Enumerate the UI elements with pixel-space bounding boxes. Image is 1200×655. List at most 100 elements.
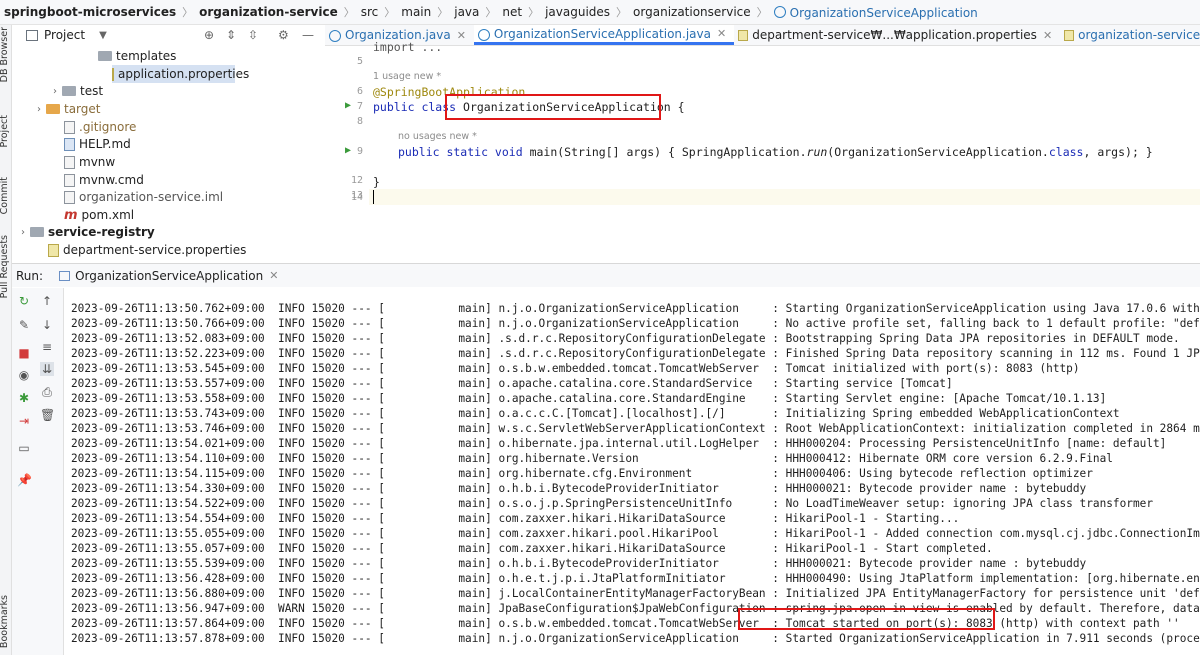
log-line: 2023-09-26T11:13:52.223+09:00 INFO 15020… [71, 347, 1200, 360]
tree-item[interactable]: › service-registry [12, 223, 155, 241]
chevron-right-icon: 〉 [182, 6, 194, 19]
highlight-box-class [445, 94, 661, 120]
log-line: 2023-09-26T11:13:53.743+09:00 INFO 15020… [71, 407, 1120, 420]
chevron-right-icon[interactable]: › [16, 227, 30, 238]
editor-gutter: 5 6 7 8 9 12 13 ▶ ▶ [325, 46, 369, 263]
console-output[interactable]: 2023-09-26T11:13:50.762+09:00 INFO 15020… [65, 288, 1200, 655]
pin-icon[interactable]: 📌 [17, 473, 32, 487]
file-icon [64, 190, 75, 204]
breadcrumb-item[interactable]: java [454, 5, 479, 19]
tree-item-label: organization-service.iml [79, 190, 224, 204]
code-editor[interactable]: 5 6 7 8 9 12 13 ▶ ▶ 14 import ... 1 usag… [325, 40, 1200, 263]
layout-icon[interactable]: ▭ [17, 441, 31, 455]
breadcrumb-item[interactable]: src [361, 5, 379, 19]
locate-icon[interactable]: ⊕ [204, 28, 214, 42]
expand-all-icon[interactable]: ⇕ [226, 28, 236, 42]
chevron-right-icon: 〉 [437, 6, 449, 19]
scroll-to-end-icon[interactable]: ⇊ [40, 362, 54, 376]
project-view-title[interactable]: Project [44, 28, 85, 42]
down-arrow-icon[interactable]: ↓ [40, 318, 54, 332]
print-icon[interactable]: ⎙ [40, 385, 54, 399]
tree-item[interactable]: application.properties [112, 65, 249, 83]
tree-item-label: application.properties [118, 67, 250, 81]
chevron-down-icon[interactable]: ▼ [99, 30, 107, 41]
log-line: 2023-09-26T11:13:53.558+09:00 INFO 15020… [71, 392, 1107, 405]
close-icon[interactable]: ✕ [717, 27, 726, 40]
tree-item[interactable]: organization-service.iml [12, 188, 223, 206]
import-folded[interactable]: import ... [373, 40, 442, 54]
project-header: Project ▼ ⊕ ⇕ ⇳ ⚙ — [12, 25, 314, 45]
breadcrumb-item[interactable]: net [502, 5, 522, 19]
class-literal: class [1048, 145, 1084, 159]
tree-item-label: department-service.properties [63, 243, 247, 257]
chevron-right-icon: 〉 [616, 6, 628, 19]
breadcrumb-item[interactable]: javaguides [545, 5, 610, 19]
stop-icon[interactable]: ■ [17, 346, 31, 360]
log-line: 2023-09-26T11:13:53.746+09:00 INFO 15020… [71, 422, 1200, 435]
chevron-right-icon[interactable]: › [48, 86, 62, 97]
tree-item[interactable]: m pom.xml [12, 206, 134, 224]
editor-tab[interactable]: OrganizationServiceApplication.java ✕ [473, 25, 735, 45]
run-config-tab[interactable]: OrganizationServiceApplication ✕ [59, 269, 278, 283]
up-arrow-icon[interactable]: ↑ [40, 294, 54, 308]
close-icon[interactable]: ✕ [457, 29, 466, 42]
tree-item[interactable]: › target [12, 100, 101, 118]
collapse-all-icon[interactable]: ⇳ [248, 28, 258, 42]
usage-hint[interactable]: 1 usage new * [373, 71, 441, 82]
markdown-file-icon [64, 137, 75, 151]
project-tool[interactable]: Project [0, 115, 10, 148]
class-icon [329, 30, 341, 42]
chevron-right-icon: 〉 [485, 6, 497, 19]
usage-hint[interactable]: no usages new * [398, 131, 477, 142]
log-line: 2023-09-26T11:13:57.864+09:00 INFO 15020… [71, 617, 1180, 630]
tree-item[interactable]: HELP.md [12, 135, 131, 153]
log-line: 2023-09-26T11:13:55.057+09:00 INFO 15020… [71, 542, 993, 555]
camera-icon[interactable]: ◉ [17, 368, 31, 382]
breadcrumb-item[interactable]: organization-service [199, 5, 338, 19]
properties-file-icon [112, 67, 114, 81]
text-caret [373, 190, 374, 204]
folder-icon [62, 86, 76, 96]
tree-item[interactable]: › test [12, 82, 103, 100]
tree-item-label: .gitignore [79, 120, 137, 134]
breadcrumb-item[interactable]: main [401, 5, 431, 19]
chevron-right-icon[interactable]: › [32, 104, 46, 115]
log-line: 2023-09-26T11:13:54.110+09:00 INFO 15020… [71, 452, 1113, 465]
rerun-icon[interactable]: ↻ [17, 294, 31, 308]
tree-item[interactable]: mvnw.cmd [12, 171, 144, 189]
gear-icon[interactable]: ⚙ [278, 28, 289, 42]
log-line: 2023-09-26T11:13:54.554+09:00 INFO 15020… [71, 512, 960, 525]
tree-item[interactable]: templates [12, 47, 176, 65]
editor-tab[interactable]: department-service₩...₩application.prope… [734, 25, 1060, 45]
project-view-icon [26, 29, 38, 41]
breadcrumb-item[interactable]: springboot-microservices [4, 5, 176, 19]
bookmarks-tool[interactable]: Bookmarks [0, 595, 10, 648]
log-line: 2023-09-26T11:13:53.545+09:00 INFO 15020… [71, 362, 1080, 375]
breadcrumb-item[interactable]: OrganizationServiceApplication [773, 5, 978, 20]
log-line: 2023-09-26T11:13:54.330+09:00 INFO 15020… [71, 482, 1087, 495]
run-config-label: OrganizationServiceApplication [75, 268, 264, 283]
tree-item[interactable]: .gitignore [12, 118, 136, 136]
exit-icon[interactable]: ⇥ [17, 414, 31, 428]
run-panel-header: Run: OrganizationServiceApplication ✕ [12, 263, 1200, 287]
run-class-icon[interactable]: ▶ [345, 100, 351, 111]
pull-requests-tool[interactable]: Pull Requests [0, 235, 10, 298]
close-icon[interactable]: ✕ [1043, 29, 1052, 42]
wrench-icon[interactable]: ✎ [17, 318, 31, 332]
commit-tool[interactable]: Commit [0, 177, 10, 214]
tree-item[interactable]: mvnw [12, 153, 115, 171]
close-icon[interactable]: ✕ [269, 269, 278, 282]
breadcrumb-label: src [360, 5, 379, 19]
trash-icon[interactable]: 🗑 [40, 408, 55, 422]
breadcrumb-item[interactable]: organizationservice [633, 5, 751, 19]
run-main-icon[interactable]: ▶ [345, 145, 351, 156]
log-line: 2023-09-26T11:13:54.522+09:00 INFO 15020… [71, 497, 1153, 510]
minimize-icon[interactable]: — [302, 28, 314, 42]
debug-icon[interactable]: ✱ [17, 391, 31, 405]
editor-tab[interactable]: organization-service₩...₩application.pro… [1060, 25, 1200, 45]
chevron-right-icon: 〉 [384, 6, 396, 19]
soft-wrap-icon[interactable]: ≡ [40, 340, 54, 354]
breadcrumb-label: net [502, 5, 523, 19]
tree-item[interactable]: department-service.properties [12, 241, 246, 259]
db-browser-tool[interactable]: DB Browser [0, 27, 10, 82]
